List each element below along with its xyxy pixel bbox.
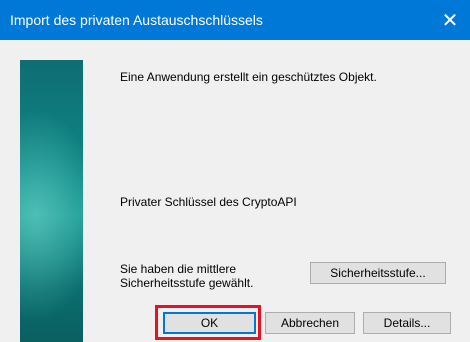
description-text: Eine Anwendung erstellt ein geschütztes … [120, 70, 377, 84]
security-level-text: Sie haben die mittlere Sicherheitsstufe … [120, 262, 253, 290]
side-banner-image [20, 60, 83, 342]
security-text-line2: Sicherheitsstufe gewählt. [120, 276, 254, 290]
key-label: Privater Schlüssel des CryptoAPI [120, 195, 297, 209]
security-text-line1: Sie haben die mittlere [120, 262, 237, 276]
details-button[interactable]: Details... [363, 312, 451, 334]
cancel-button[interactable]: Abbrechen [265, 312, 355, 334]
title-bar: Import des privaten Austauschschlüssels … [0, 0, 470, 40]
window-title: Import des privaten Austauschschlüssels [10, 12, 263, 28]
ok-button[interactable]: OK [163, 312, 256, 334]
close-icon: ✕ [441, 9, 459, 32]
security-level-button[interactable]: Sicherheitsstufe... [310, 262, 446, 284]
close-button[interactable]: ✕ [430, 0, 470, 40]
